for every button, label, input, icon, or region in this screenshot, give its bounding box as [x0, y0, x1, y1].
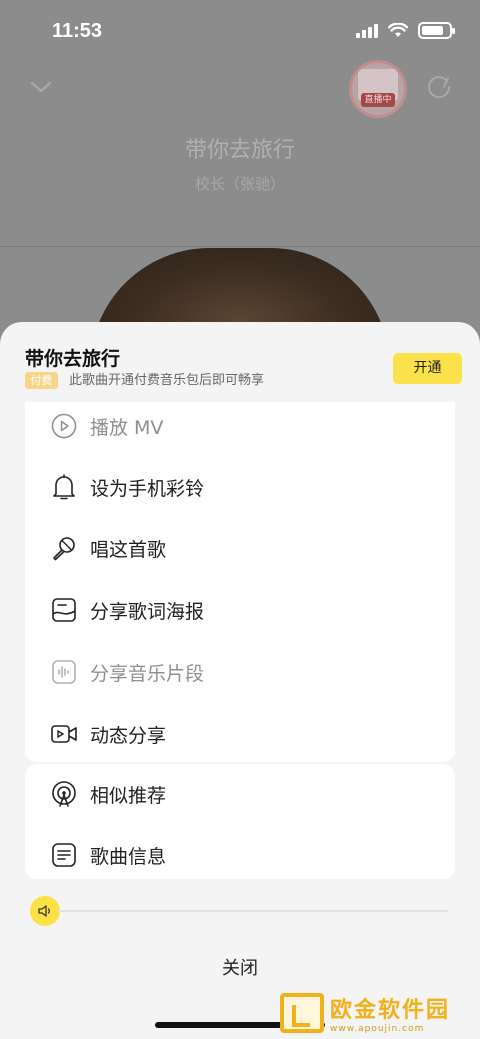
sheet-song-title: 带你去旅行 [25, 348, 121, 370]
action-menu: 播放 MV 设为手机彩铃 唱这首歌 分享歌词海报 分享音乐片段 动态分享 [25, 402, 455, 762]
info-menu: 相似推荐 歌曲信息 [25, 764, 455, 879]
watermark-text: 欧金软件园 www.apoujin.com [330, 992, 450, 1034]
menu-item-share-lyrics-poster[interactable]: 分享歌词海报 [25, 580, 455, 640]
watermark-logo [280, 993, 324, 1033]
close-button[interactable]: 关闭 [0, 952, 480, 982]
document-icon [50, 841, 78, 869]
video-icon [50, 720, 78, 748]
menu-item-moment-share[interactable]: 动态分享 [25, 704, 455, 764]
waveform-icon [50, 658, 78, 686]
paid-badge: 付费 [25, 372, 58, 389]
watermark-url: www.apoujin.com [330, 1024, 425, 1034]
menu-item-label: 分享歌词海报 [90, 600, 205, 623]
menu-item-label: 唱这首歌 [90, 538, 167, 561]
menu-item-label: 设为手机彩铃 [90, 477, 205, 500]
poster-icon [50, 596, 78, 624]
play-icon [50, 412, 78, 440]
broadcast-icon [50, 780, 78, 808]
open-subscription-button[interactable]: 开通 [393, 353, 462, 384]
microphone-icon [50, 534, 78, 562]
divider [0, 246, 480, 247]
watermark-name: 欧金软件园 [330, 998, 451, 1023]
system-icons [356, 22, 455, 39]
player-song-title: 带你去旅行 [184, 138, 295, 163]
more-actions-sheet: 带你去旅行 付费 此歌曲开通付费音乐包后即可畅享 开通 播放 MV 设为手机彩铃… [0, 322, 480, 1039]
menu-item-label: 歌曲信息 [90, 845, 167, 868]
speaker-icon [38, 905, 50, 917]
menu-item-label: 动态分享 [90, 724, 167, 747]
paid-description: 此歌曲开通付费音乐包后即可畅享 [69, 373, 265, 388]
wifi-icon [388, 23, 408, 37]
signal-icon [356, 23, 378, 38]
live-badge: 直播中 [361, 93, 395, 107]
menu-item-label: 分享音乐片段 [90, 662, 205, 685]
battery-icon [418, 22, 455, 39]
menu-item-share-music-clip[interactable]: 分享音乐片段 [25, 642, 455, 702]
menu-item-play-mv[interactable]: 播放 MV [25, 396, 455, 456]
status-bar: 11:53 [0, 0, 480, 62]
live-avatar[interactable]: 直播中 [349, 60, 407, 118]
refresh-icon[interactable] [426, 74, 452, 100]
menu-item-similar-recommend[interactable]: 相似推荐 [25, 764, 455, 824]
collapse-chevron-icon[interactable] [30, 76, 52, 98]
status-time: 11:53 [52, 20, 103, 42]
player-artist[interactable]: 校长（张驰） [0, 173, 480, 194]
volume-slider-track[interactable] [58, 910, 448, 912]
volume-slider-handle[interactable] [30, 896, 60, 926]
watermark: 欧金软件园 www.apoujin.com [280, 992, 476, 1034]
menu-item-label: 播放 MV [90, 416, 164, 439]
menu-item-sing-song[interactable]: 唱这首歌 [25, 518, 455, 578]
menu-item-label: 相似推荐 [90, 784, 167, 807]
bell-icon [50, 473, 78, 501]
menu-item-set-ringtone[interactable]: 设为手机彩铃 [25, 457, 455, 517]
menu-item-song-info[interactable]: 歌曲信息 [25, 825, 455, 885]
